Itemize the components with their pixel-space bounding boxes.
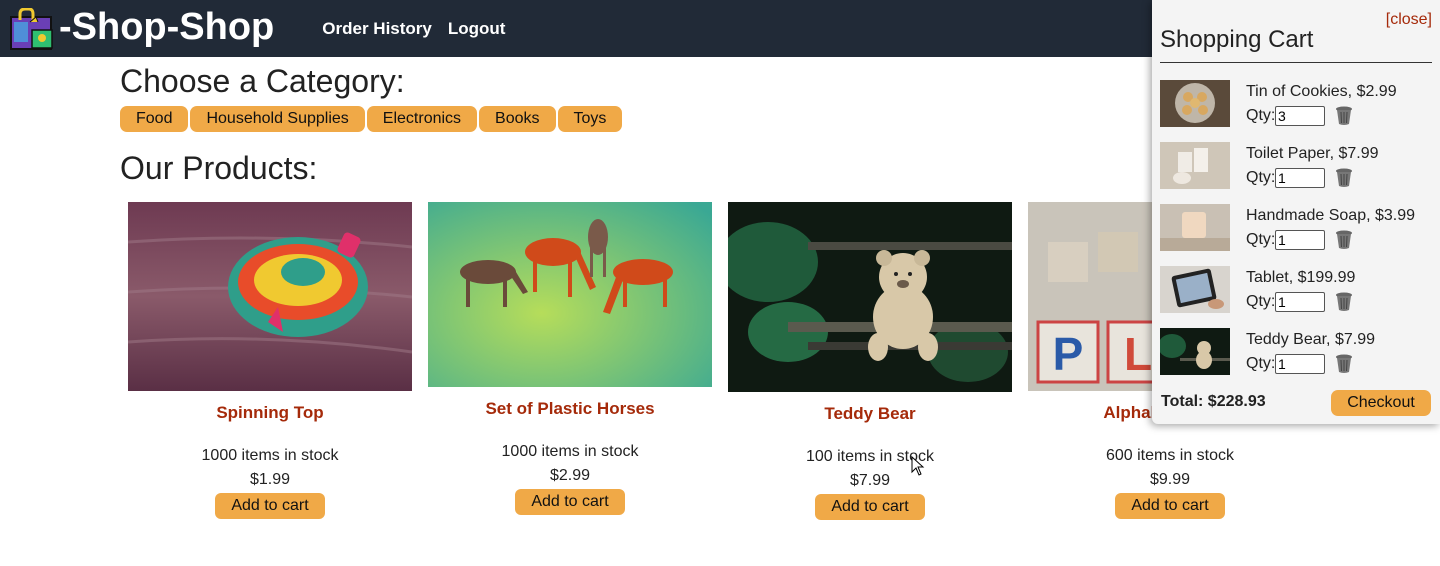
product-price: $9.99 <box>1149 471 1191 488</box>
cart-item: Toilet Paper, $7.99 Qty: <box>1160 142 1432 190</box>
qty-label: Qty: <box>1246 169 1276 186</box>
cart-total: Total: $228.93 <box>1161 393 1266 410</box>
product-name[interactable]: Teddy Bear <box>728 404 1012 424</box>
category-food-button[interactable]: Food <box>120 106 189 132</box>
trash-icon[interactable] <box>1334 167 1354 188</box>
cookies-thumbnail <box>1160 80 1230 127</box>
cart-item: Tin of Cookies, $2.99 Qty: <box>1160 80 1432 128</box>
main-nav: Order History Logout <box>322 19 505 39</box>
cart-item: Tablet, $199.99 Qty: <box>1160 266 1432 314</box>
trash-icon[interactable] <box>1334 291 1354 312</box>
cart-title: Shopping Cart <box>1160 26 1314 53</box>
product-stock: 600 items in stock <box>1105 447 1235 464</box>
nav-order-history[interactable]: Order History <box>322 19 432 39</box>
cart-item-name: Tin of Cookies, $2.99 <box>1246 83 1397 100</box>
qty-label: Qty: <box>1246 231 1276 248</box>
product-name[interactable]: Set of Plastic Horses <box>428 399 712 419</box>
product-price: $2.99 <box>549 467 591 484</box>
trash-icon[interactable] <box>1334 353 1354 374</box>
product-stock: 1000 items in stock <box>201 447 339 464</box>
product-stock: 100 items in stock <box>805 448 935 465</box>
plastic-horses-image[interactable] <box>428 202 712 387</box>
toilet-paper-thumbnail <box>1160 142 1230 189</box>
add-to-cart-button[interactable]: Add to cart <box>515 489 625 515</box>
products-heading: Our Products: <box>120 150 318 186</box>
cart-item-name: Toilet Paper, $7.99 <box>1246 145 1379 162</box>
svg-text:L: L <box>1124 328 1152 380</box>
shopping-bag-icon <box>10 7 53 50</box>
tablet-thumbnail <box>1160 266 1230 313</box>
spinning-top-image[interactable] <box>128 202 412 391</box>
teddy-bear-image[interactable] <box>728 202 1012 392</box>
qty-input[interactable] <box>1275 292 1325 312</box>
add-to-cart-button[interactable]: Add to cart <box>815 494 925 520</box>
main-content: Choose a Category: Food Household Suppli… <box>120 57 1320 520</box>
product-price: $7.99 <box>849 472 891 489</box>
qty-input[interactable] <box>1275 354 1325 374</box>
add-to-cart-button[interactable]: Add to cart <box>215 493 325 519</box>
logo[interactable]: -Shop-Shop <box>10 5 275 50</box>
mouse-cursor-icon <box>911 456 925 476</box>
add-to-cart-button[interactable]: Add to cart <box>1115 493 1225 519</box>
soap-thumbnail <box>1160 204 1230 251</box>
category-toys-button[interactable]: Toys <box>557 106 623 132</box>
logo-text: -Shop-Shop <box>59 5 275 48</box>
nav-logout[interactable]: Logout <box>448 19 506 39</box>
qty-label: Qty: <box>1246 107 1276 124</box>
cart-item-name: Handmade Soap, $3.99 <box>1246 207 1416 224</box>
cart-item-name: Teddy Bear, $7.99 <box>1246 331 1375 348</box>
product-price: $1.99 <box>249 471 291 488</box>
category-electronics-button[interactable]: Electronics <box>366 106 478 132</box>
product-stock: 1000 items in stock <box>501 443 639 460</box>
svg-text:P: P <box>1053 328 1084 380</box>
qty-label: Qty: <box>1246 355 1276 372</box>
product-card: Spinning Top 1000 items in stock $1.99 A… <box>128 202 412 519</box>
category-heading: Choose a Category: <box>120 63 405 99</box>
product-card: Set of Plastic Horses 1000 items in stoc… <box>428 202 712 515</box>
cart-divider <box>1160 62 1432 63</box>
category-household-button[interactable]: Household Supplies <box>190 106 365 132</box>
shopping-cart-panel: [close] Shopping Cart Tin of Cookies, $2… <box>1152 0 1440 424</box>
cart-item-name: Tablet, $199.99 <box>1246 269 1356 286</box>
checkout-button[interactable]: Checkout <box>1331 390 1431 416</box>
product-name[interactable]: Spinning Top <box>128 403 412 423</box>
qty-label: Qty: <box>1246 293 1276 310</box>
trash-icon[interactable] <box>1334 229 1354 250</box>
product-card: Teddy Bear 100 items in stock $7.99 Add … <box>728 202 1012 520</box>
close-cart-button[interactable]: [close] <box>1386 11 1432 29</box>
category-books-button[interactable]: Books <box>479 106 556 132</box>
trash-icon[interactable] <box>1334 105 1354 126</box>
cart-item: Handmade Soap, $3.99 Qty: <box>1160 204 1432 252</box>
qty-input[interactable] <box>1275 168 1325 188</box>
category-list: Food Household Supplies Electronics Book… <box>120 106 1320 132</box>
qty-input[interactable] <box>1275 106 1325 126</box>
teddy-bear-thumbnail <box>1160 328 1230 375</box>
qty-input[interactable] <box>1275 230 1325 250</box>
cart-item: Teddy Bear, $7.99 Qty: <box>1160 328 1432 376</box>
